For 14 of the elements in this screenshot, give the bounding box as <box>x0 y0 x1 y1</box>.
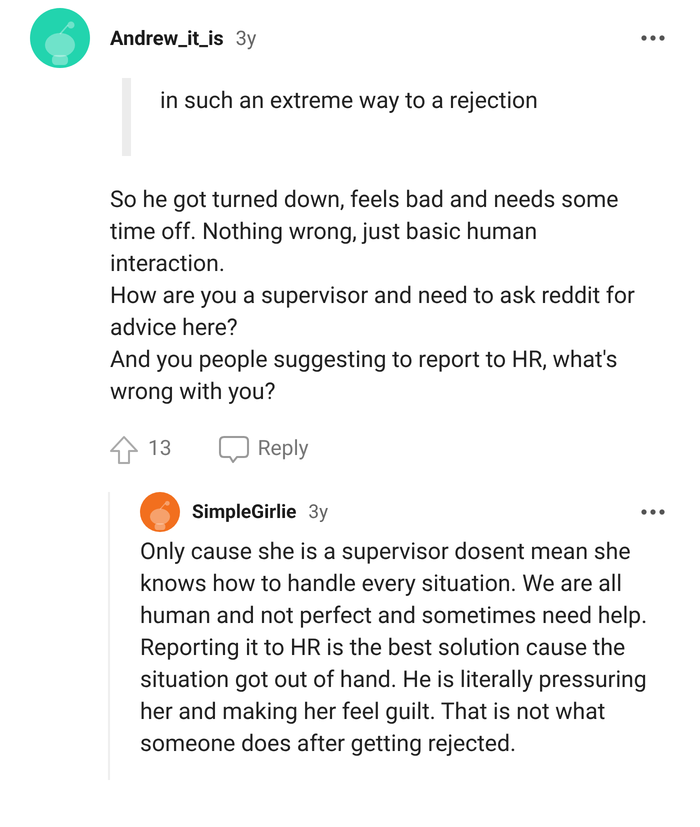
vote-count: 13 <box>148 436 172 464</box>
reply-text: Only cause she is a supervisor dosent mean she knows how to handle every situation. We are all human and not perfect and sometimes need help. Reporting it to HR is the best solution cause the situation got out of hand. He is literally pressuring her and making her feel guilt. That is not what someone does after getting rejected. <box>140 537 648 759</box>
more-options-icon[interactable] <box>641 509 665 515</box>
comment-text: And you people suggesting to report to HR, what's wrong with you? <box>110 345 619 407</box>
comment-text: How are you a supervisor and need to ask reddit for advice here? <box>110 281 636 343</box>
reply-button[interactable]: Reply <box>218 434 309 466</box>
quote-text: in such an extreme way to a rejection <box>160 87 538 114</box>
more-options-icon[interactable] <box>641 35 665 41</box>
username[interactable]: Andrew_it_is <box>110 23 224 53</box>
timestamp: 3y <box>236 25 256 52</box>
comment-text: So he got turned down, feels bad and needs some time off. Nothing wrong, just basic human interaction. <box>110 185 620 279</box>
speech-bubble-icon <box>218 435 250 465</box>
username[interactable]: SimpleGirlie <box>192 498 296 526</box>
timestamp: 3y <box>308 498 328 525</box>
